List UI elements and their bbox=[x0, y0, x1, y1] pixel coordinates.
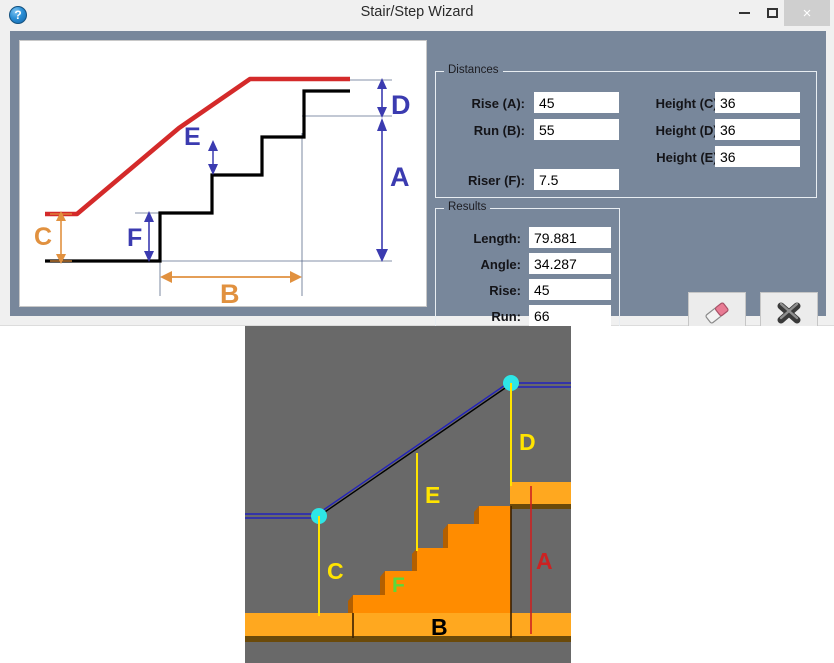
height-d-label: Height (D): bbox=[655, 123, 722, 138]
results-legend: Results bbox=[444, 201, 491, 213]
dimension-d bbox=[377, 78, 387, 118]
minimize-icon bbox=[738, 12, 750, 14]
diagram-label-b: B bbox=[220, 279, 240, 306]
screen: ? Stair/Step Wizard × C F E D A B Distan… bbox=[0, 0, 834, 663]
riser-f-label: Riser (F): bbox=[467, 173, 525, 188]
height-c-input[interactable] bbox=[715, 92, 800, 113]
upper-landing bbox=[510, 482, 571, 506]
run-label: Run: bbox=[491, 309, 521, 324]
guide-lines bbox=[45, 79, 392, 296]
angle-output[interactable] bbox=[529, 253, 611, 274]
close-window-button[interactable]: × bbox=[784, 0, 830, 26]
render-label-d: D bbox=[519, 429, 536, 455]
dimension-c bbox=[50, 211, 72, 264]
maximize-icon bbox=[766, 8, 778, 18]
stair-diagram-svg: C F E D A B bbox=[34, 76, 411, 309]
distances-legend: Distances bbox=[444, 64, 503, 76]
length-label: Length: bbox=[473, 231, 521, 246]
render-label-f: F bbox=[392, 574, 405, 597]
results-groupbox: Results Length: Angle: Rise: Run: bbox=[435, 201, 620, 341]
height-e-label: Height (E): bbox=[656, 150, 722, 165]
upper-landing-shadow bbox=[510, 504, 571, 509]
stair-3d-svg: C E D F A B bbox=[245, 326, 571, 663]
stair-step-wizard-window: ? Stair/Step Wizard × C F E D A B Distan… bbox=[0, 0, 834, 346]
length-output[interactable] bbox=[529, 227, 611, 248]
render-label-a: A bbox=[536, 548, 553, 574]
diagram-label-a: A bbox=[390, 162, 410, 192]
dimension-a bbox=[376, 118, 388, 262]
stair-diagram: C F E D A B bbox=[19, 40, 427, 309]
riser-f-input[interactable] bbox=[534, 169, 619, 190]
dimension-f bbox=[144, 211, 154, 262]
title-bar: ? Stair/Step Wizard × bbox=[0, 0, 834, 29]
rise-a-input[interactable] bbox=[534, 92, 619, 113]
distances-groupbox: Distances Rise (A): Run (B): Riser (F): … bbox=[435, 64, 817, 198]
height-d-input[interactable] bbox=[715, 119, 800, 140]
ground-shadow bbox=[245, 636, 571, 642]
height-c-label: Height (C): bbox=[655, 96, 722, 111]
stair-3d-render: C E D F A B bbox=[245, 326, 571, 663]
run-output[interactable] bbox=[529, 305, 611, 326]
run-b-label: Run (B): bbox=[473, 123, 525, 138]
ground-slab bbox=[245, 613, 571, 638]
dimension-e bbox=[208, 140, 218, 175]
eraser-icon bbox=[702, 298, 732, 328]
diagram-label-c: C bbox=[34, 223, 52, 251]
illustration-area: Remember: The B value will always be the… bbox=[0, 326, 834, 663]
render-label-c: C bbox=[327, 558, 344, 584]
close-icon: × bbox=[802, 4, 812, 22]
rise-a-label: Rise (A): bbox=[471, 96, 525, 111]
run-b-input[interactable] bbox=[534, 119, 619, 140]
window-title: Stair/Step Wizard bbox=[360, 4, 474, 20]
height-e-input[interactable] bbox=[715, 146, 800, 167]
x-mark-icon bbox=[775, 298, 803, 328]
angle-label: Angle: bbox=[480, 257, 521, 272]
diagram-label-d: D bbox=[391, 90, 411, 120]
rise-output[interactable] bbox=[529, 279, 611, 300]
render-label-e: E bbox=[425, 482, 440, 508]
render-label-b: B bbox=[431, 614, 448, 640]
diagram-label-f: F bbox=[127, 224, 142, 252]
dialog-body-panel: C F E D A B Distances Rise (A): 45 Run (… bbox=[10, 31, 826, 346]
rise-label: Rise: bbox=[489, 283, 521, 298]
diagram-label-e: E bbox=[184, 123, 201, 151]
